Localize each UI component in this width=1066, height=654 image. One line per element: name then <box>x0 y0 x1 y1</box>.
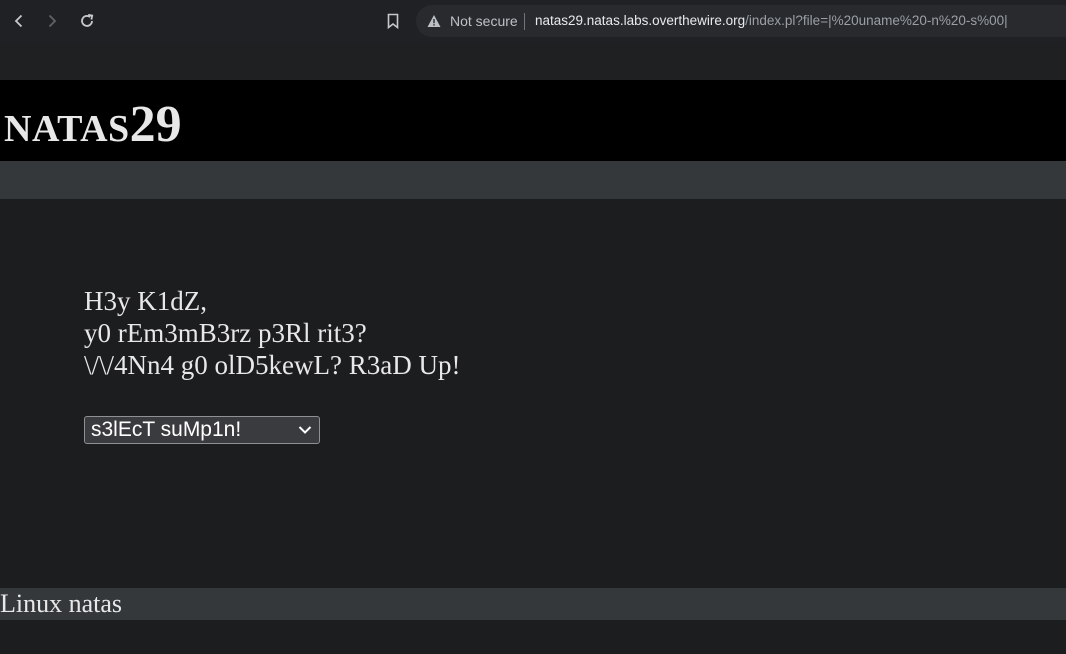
reload-button[interactable] <box>74 8 100 34</box>
forward-icon <box>48 14 57 28</box>
warning-icon <box>427 15 441 27</box>
site-title-name: NATAS <box>4 108 130 150</box>
not-secure-label[interactable]: Not secure <box>450 13 518 29</box>
intro-line-3: \/\/4Nn4 g0 olD5kewL? R3aD Up! <box>84 350 461 380</box>
intro-text: H3y K1dZ, y0 rEm3mB3rz p3Rl rit3? \/\/4N… <box>84 285 460 381</box>
site-title: NATAS29 <box>4 95 182 154</box>
bookmark-button[interactable] <box>380 8 406 34</box>
page-bottom <box>0 620 1066 654</box>
command-output: Linux natas <box>0 589 123 618</box>
reload-icon <box>81 13 94 27</box>
address-bar[interactable]: Not secure natas29.natas.labs.overthewir… <box>416 5 1066 37</box>
intro-line-2: y0 rEm3mB3rz p3Rl rit3? <box>84 318 367 348</box>
chevron-down-icon <box>298 426 312 434</box>
header-subbar <box>0 161 1066 199</box>
site-title-number: 29 <box>129 96 182 153</box>
output-bar <box>0 588 1066 620</box>
url-text[interactable]: natas29.natas.labs.overthewire.org/index… <box>535 13 1008 28</box>
file-select[interactable]: s3lEcT suMp1n! <box>84 416 320 444</box>
forward-button[interactable] <box>39 8 65 34</box>
browser-toolbar: Not secure natas29.natas.labs.overthewir… <box>0 0 1066 42</box>
url-host: natas29.natas.labs.overthewire.org <box>535 13 746 28</box>
intro-line-1: H3y K1dZ, <box>84 286 207 316</box>
url-path: /index.pl?file=|%20uname%20-n%20-s%00| <box>745 13 1008 28</box>
bookmark-icon <box>387 13 399 29</box>
file-select-value: s3lEcT suMp1n! <box>91 418 242 441</box>
back-icon <box>14 14 23 28</box>
address-divider <box>524 13 525 30</box>
back-button[interactable] <box>6 8 32 34</box>
content-area <box>0 199 1066 588</box>
page-top-strip <box>0 42 1066 80</box>
